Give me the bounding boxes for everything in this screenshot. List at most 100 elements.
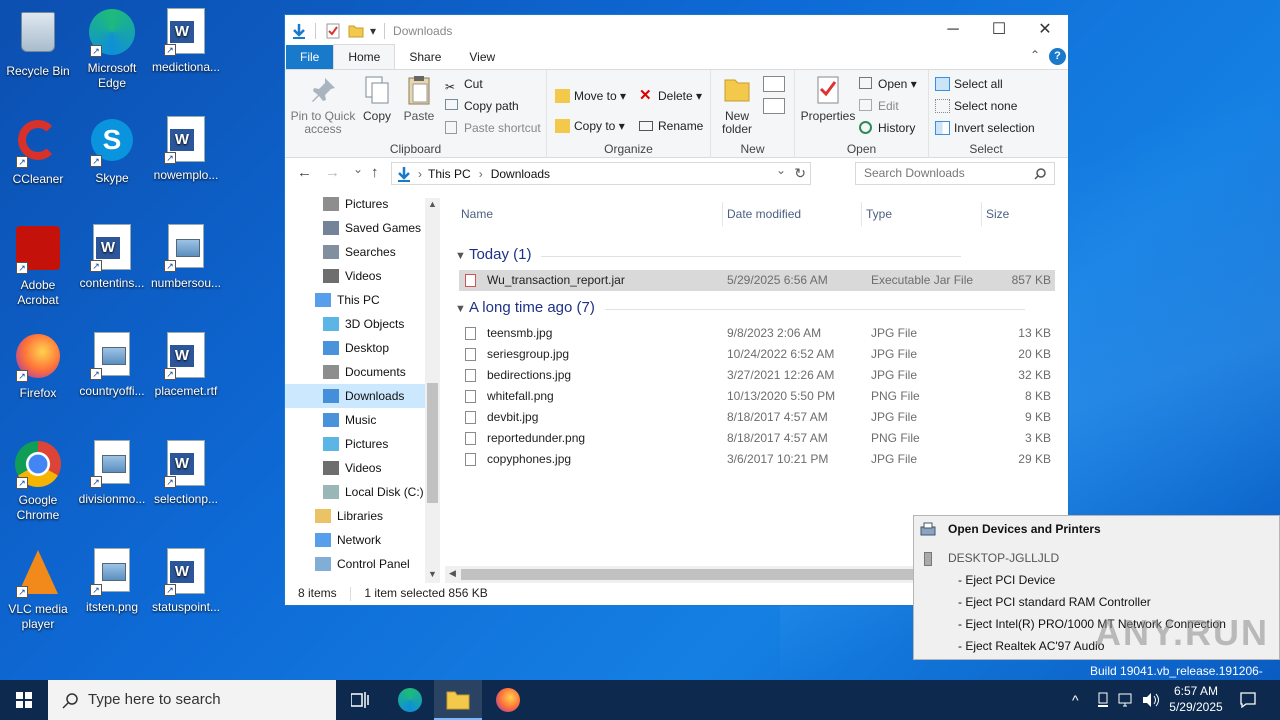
nav-item-music[interactable]: Music — [285, 408, 440, 432]
nav-item-downloads[interactable]: Downloads — [285, 384, 440, 408]
tab-share[interactable]: Share — [395, 45, 455, 69]
column-type[interactable]: Type — [861, 202, 892, 226]
breadcrumb-this-pc[interactable]: This PC — [428, 167, 471, 181]
desktop-icon[interactable]: ↗ nowemplo... — [148, 116, 224, 183]
nav-item-libraries[interactable]: Libraries — [285, 504, 440, 528]
address-dropdown-icon[interactable]: ⌄ — [776, 163, 786, 177]
qat-dropdown-icon[interactable]: ▾ — [370, 24, 376, 38]
desktop-icon[interactable]: ↗ Microsoft Edge — [74, 8, 150, 91]
maximize-button[interactable]: ☐ — [976, 15, 1022, 45]
help-icon[interactable]: ? — [1049, 48, 1066, 65]
column-name[interactable]: Name — [461, 202, 493, 226]
start-button[interactable] — [0, 680, 48, 720]
nav-scrollbar-thumb[interactable] — [427, 383, 438, 503]
easy-access-icon[interactable] — [763, 98, 785, 114]
nav-item-pictures[interactable]: Pictures — [285, 192, 440, 216]
desktop-icon[interactable]: ↗ medictionа... — [148, 8, 224, 75]
pin-to-quick-access-button[interactable]: Pin to Quick access — [289, 74, 357, 136]
taskbar-explorer-button[interactable] — [434, 680, 482, 720]
rename-button[interactable]: Rename — [639, 116, 703, 136]
properties-check-icon[interactable] — [326, 23, 340, 39]
new-item-icon[interactable] — [763, 76, 785, 92]
nav-item-pictures[interactable]: Pictures — [285, 432, 440, 456]
desktop-icon[interactable]: ↗ Firefox — [0, 332, 76, 401]
taskbar-firefox-button[interactable] — [484, 680, 532, 720]
file-row[interactable]: teensmb.jpg 9/8/2023 2:06 AM JPG File 13 KB — [459, 323, 1055, 344]
file-row[interactable]: copyphones.jpg 3/6/2017 10:21 PM JPG File 2… — [459, 449, 1055, 470]
tab-view[interactable]: View — [455, 45, 509, 69]
desktop-icon[interactable]: ↗ Google Chrome — [0, 440, 76, 523]
history-button[interactable]: History — [859, 118, 915, 138]
column-date-modified[interactable]: Date modified — [722, 202, 801, 226]
usb-eject-icon[interactable] — [1096, 692, 1110, 708]
file-row[interactable]: bedirections.jpg 3/27/2021 12:26 AM JPG Fi… — [459, 365, 1055, 386]
desktop-icon[interactable]: ↗ divisionmo... — [74, 440, 150, 507]
close-button[interactable]: ✕ — [1022, 15, 1068, 45]
taskbar-search-box[interactable]: Type here to search — [48, 680, 336, 720]
new-folder-icon[interactable] — [348, 24, 364, 38]
nav-item-3d-objects[interactable]: 3D Objects — [285, 312, 440, 336]
file-row[interactable]: whitefall.png 10/13/2020 5:50 PM PNG File 8… — [459, 386, 1055, 407]
nav-item-searches[interactable]: Searches — [285, 240, 440, 264]
notifications-icon[interactable] — [1240, 692, 1256, 708]
recent-locations-icon[interactable]: ⌄ — [353, 162, 363, 176]
edit-button[interactable]: Edit — [859, 96, 899, 116]
file-row[interactable]: devbit.jpg 8/18/2017 4:57 AM JPG File 9 KB — [459, 407, 1055, 428]
new-folder-button[interactable]: New folder — [715, 74, 759, 136]
file-row[interactable]: Wu_transaction_report.jar 5/29/2025 6:56 … — [459, 270, 1055, 291]
file-row[interactable]: seriesgroup.jpg 10/24/2022 6:52 AM JPG Fil… — [459, 344, 1055, 365]
eject-device-item[interactable]: - Eject Realtek AC'97 Audio — [958, 639, 1104, 653]
desktop-icon[interactable]: ↗ Adobe Acrobat — [0, 224, 76, 308]
up-arrow-icon[interactable]: ↑ — [371, 164, 379, 181]
volume-icon[interactable] — [1142, 692, 1160, 708]
desktop-icon[interactable]: S ↗ Skype — [74, 116, 150, 186]
nav-scroll-down-icon[interactable]: ▼ — [428, 569, 437, 579]
taskbar-edge-button[interactable] — [386, 680, 434, 720]
paste-button[interactable]: Paste — [399, 74, 439, 123]
taskbar-clock[interactable]: 6:57 AM 5/29/2025 — [1160, 683, 1232, 715]
invert-selection-button[interactable]: Invert selection — [935, 118, 1035, 138]
nav-item-videos[interactable]: Videos — [285, 456, 440, 480]
group-header-older[interactable]: ▼ A long time ago (7) — [455, 299, 1025, 316]
scroll-left-icon[interactable]: ◀ — [449, 568, 456, 579]
refresh-icon[interactable]: ↻ — [794, 165, 806, 182]
tab-home[interactable]: Home — [333, 44, 396, 69]
delete-button[interactable]: ✕ Delete ▾ — [639, 86, 702, 106]
forward-arrow-icon[interactable]: → — [325, 164, 340, 181]
desktop-icon[interactable]: ↗ CCleaner — [0, 116, 76, 187]
address-bar[interactable]: › This PC › Downloads ⌄ ↻ — [391, 162, 811, 185]
back-arrow-icon[interactable]: ← — [297, 164, 312, 181]
desktop-icon[interactable]: Recycle Bin — [0, 8, 76, 79]
tab-file[interactable]: File — [286, 45, 334, 69]
eject-device-item[interactable]: - Eject PCI standard RAM Controller — [958, 595, 1151, 609]
nav-item-local-disk-c[interactable]: Local Disk (C:) — [285, 480, 440, 504]
desktop-icon[interactable]: ↗ countryoffi... — [74, 332, 150, 399]
nav-item-control-panel[interactable]: Control Panel — [285, 552, 440, 576]
minimize-button[interactable]: ─ — [930, 15, 976, 45]
eject-device-item[interactable]: - Eject PCI Device — [958, 573, 1055, 587]
desktop-icon[interactable]: ↗ itsten.png — [74, 548, 150, 615]
nav-item-saved-games[interactable]: Saved Games — [285, 216, 440, 240]
paste-shortcut-button[interactable]: Paste shortcut — [445, 118, 541, 138]
group-header-today[interactable]: ▼ Today (1) — [455, 246, 965, 263]
open-devices-printers-link[interactable]: Open Devices and Printers — [948, 522, 1101, 536]
properties-button[interactable]: Properties — [799, 74, 857, 123]
copy-to-button[interactable]: Copy to ▾ — [555, 116, 625, 136]
breadcrumb-downloads[interactable]: Downloads — [491, 167, 550, 181]
nav-item-desktop[interactable]: Desktop — [285, 336, 440, 360]
network-icon[interactable] — [1118, 692, 1136, 708]
nav-item-this-pc[interactable]: This PC — [285, 288, 440, 312]
nav-item-network[interactable]: Network — [285, 528, 440, 552]
file-row[interactable]: reportedunder.png 8/18/2017 4:57 AM PNG Fi… — [459, 428, 1055, 449]
nav-item-documents[interactable]: Documents — [285, 360, 440, 384]
desktop-icon[interactable]: ↗ contentins... — [74, 224, 150, 291]
collapse-ribbon-icon[interactable]: ⌃ — [1030, 48, 1040, 62]
copy-button[interactable]: Copy — [359, 74, 395, 123]
select-all-button[interactable]: Select all — [935, 74, 1003, 94]
select-none-button[interactable]: Select none — [935, 96, 1017, 116]
desktop-icon[interactable]: ↗ placemet.rtf — [148, 332, 224, 399]
tray-chevron-icon[interactable]: ^ — [1072, 692, 1079, 708]
task-view-button[interactable] — [336, 680, 384, 720]
desktop-icon[interactable]: ↗ statuspoint... — [148, 548, 224, 615]
open-button[interactable]: Open ▾ — [859, 74, 917, 94]
